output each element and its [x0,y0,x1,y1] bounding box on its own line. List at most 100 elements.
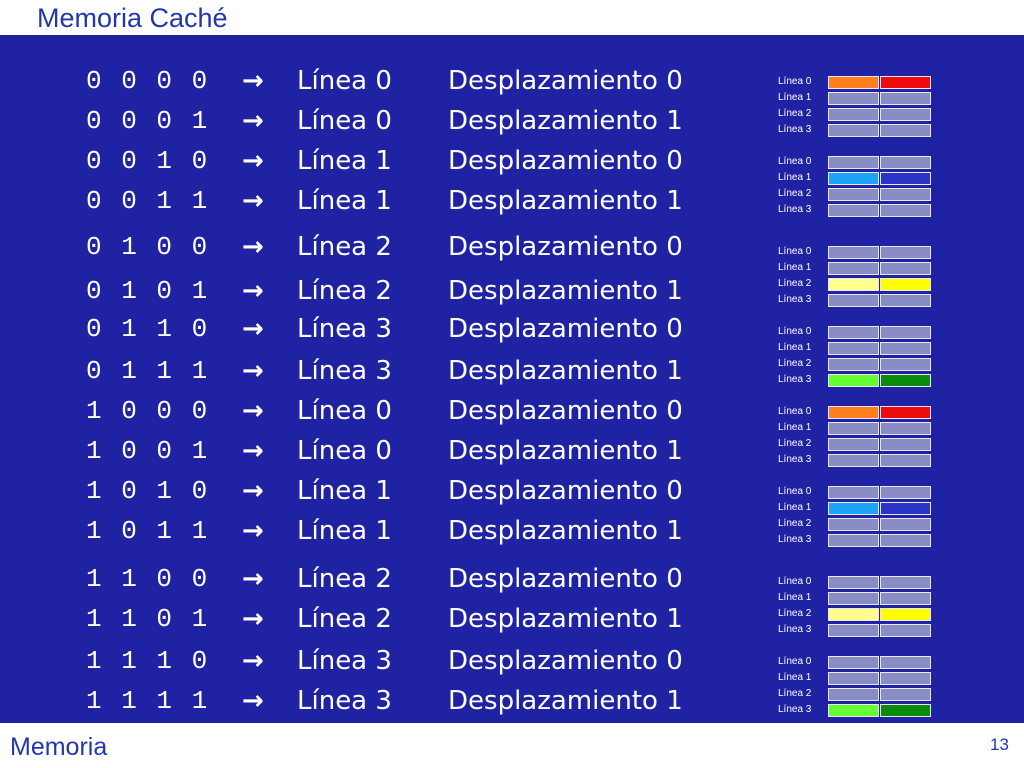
cache-cell-word0 [828,108,879,121]
offset-text: Desplazamiento 1 [448,186,683,216]
cache-line-label: Línea 1 [778,172,812,183]
mapping-row: 0 1 0 0 → Línea 2 Desplazamiento 0 [0,227,760,267]
cache-line-text: Línea 1 [297,476,392,506]
mapping-row: 1 0 1 1 → Línea 1 Desplazamiento 1 [0,511,760,551]
cache-line-label: Línea 0 [778,76,812,87]
cache-cell-word0 [828,172,879,185]
mapping-row: 1 1 0 1 → Línea 2 Desplazamiento 1 [0,599,760,639]
arrow-icon: → [242,106,264,136]
cache-line-label: Línea 3 [778,204,812,215]
mapping-row: 0 0 1 1 → Línea 1 Desplazamiento 1 [0,181,760,221]
cache-cell-word0 [828,358,879,371]
cache-line: Línea 1 [776,500,936,516]
cache-line-label: Línea 2 [778,278,812,289]
offset-text: Desplazamiento 0 [448,232,683,262]
offset-text: Desplazamiento 1 [448,276,683,306]
cache-cell-word1 [880,672,931,685]
address-bits: 0 0 1 1 [86,186,208,216]
mapping-row: 1 0 1 0 → Línea 1 Desplazamiento 0 [0,471,760,511]
cache-cell-word1 [880,688,931,701]
cache-cell-word0 [828,188,879,201]
cache-line-label: Línea 1 [778,502,812,513]
cache-line: Línea 2 [776,106,936,122]
cache-line-label: Línea 3 [778,454,812,465]
cache-cell-word0 [828,454,879,467]
cache-line: Línea 0 [776,404,936,420]
cache-line: Línea 3 [776,122,936,138]
cache-cell-word1 [880,502,931,515]
cache-cell-word0 [828,438,879,451]
mapping-row: 0 0 0 1 → Línea 0 Desplazamiento 1 [0,101,760,141]
arrow-icon: → [242,356,264,386]
cache-cell-word0 [828,156,879,169]
cache-line-label: Línea 3 [778,294,812,305]
arrow-icon: → [242,232,264,262]
cache-line-label: Línea 3 [778,374,812,385]
address-bits: 1 1 1 0 [86,646,208,676]
cache-cell-word1 [880,294,931,307]
cache-line: Línea 1 [776,340,936,356]
cache-line: Línea 1 [776,90,936,106]
cache-line: Línea 3 [776,452,936,468]
cache-line: Línea 2 [776,516,936,532]
cache-cell-word0 [828,518,879,531]
offset-text: Desplazamiento 1 [448,436,683,466]
cache-line: Línea 0 [776,574,936,590]
cache-cell-word1 [880,262,931,275]
cache-line-text: Línea 2 [297,604,392,634]
cache-diagram: Línea 0 Línea 1 Línea 2 Línea 3 [776,324,936,388]
mapping-row: 0 0 1 0 → Línea 1 Desplazamiento 0 [0,141,760,181]
cache-line-label: Línea 0 [778,486,812,497]
offset-text: Desplazamiento 0 [448,646,683,676]
cache-cell-word1 [880,576,931,589]
arrow-icon: → [242,516,264,546]
cache-cell-word0 [828,688,879,701]
cache-cell-word1 [880,592,931,605]
cache-line-label: Línea 1 [778,672,812,683]
mapping-row: 1 0 0 1 → Línea 0 Desplazamiento 1 [0,431,760,471]
cache-cell-word1 [880,204,931,217]
cache-line-text: Línea 1 [297,186,392,216]
cache-line-label: Línea 0 [778,246,812,257]
cache-cell-word1 [880,486,931,499]
cache-cell-word0 [828,422,879,435]
cache-line: Línea 1 [776,420,936,436]
cache-line-text: Línea 3 [297,646,392,676]
cache-cell-word1 [880,156,931,169]
cache-line: Línea 2 [776,356,936,372]
arrow-icon: → [242,476,264,506]
cache-cell-word0 [828,342,879,355]
cache-line-label: Línea 2 [778,688,812,699]
cache-cell-word0 [828,124,879,137]
cache-line: Línea 0 [776,244,936,260]
mapping-row: 0 1 1 0 → Línea 3 Desplazamiento 0 [0,309,760,349]
arrow-icon: → [242,186,264,216]
address-bits: 0 0 0 1 [86,106,208,136]
cache-cell-word0 [828,278,879,291]
cache-line: Línea 0 [776,484,936,500]
cache-line: Línea 1 [776,590,936,606]
address-bits: 1 1 1 1 [86,686,208,716]
offset-text: Desplazamiento 1 [448,686,683,716]
offset-text: Desplazamiento 0 [448,476,683,506]
content-panel: 0 0 0 0 → Línea 0 Desplazamiento 0 0 0 0 1 → L… [0,35,1024,723]
cache-line-label: Línea 3 [778,124,812,135]
cache-cell-word0 [828,486,879,499]
cache-line: Línea 3 [776,292,936,308]
arrow-icon: → [242,276,264,306]
cache-line-text: Línea 2 [297,276,392,306]
cache-line: Línea 1 [776,170,936,186]
cache-line-label: Línea 1 [778,92,812,103]
offset-text: Desplazamiento 1 [448,604,683,634]
cache-cell-word1 [880,342,931,355]
cache-cell-word1 [880,374,931,387]
cache-line-label: Línea 0 [778,576,812,587]
cache-line-text: Línea 3 [297,686,392,716]
cache-diagram: Línea 0 Línea 1 Línea 2 Línea 3 [776,154,936,218]
address-bits: 0 0 0 0 [86,66,208,96]
cache-line: Línea 3 [776,532,936,548]
footer-label: Memoria [10,733,108,761]
cache-cell-word1 [880,92,931,105]
address-bits: 1 0 1 0 [86,476,208,506]
cache-line: Línea 1 [776,260,936,276]
